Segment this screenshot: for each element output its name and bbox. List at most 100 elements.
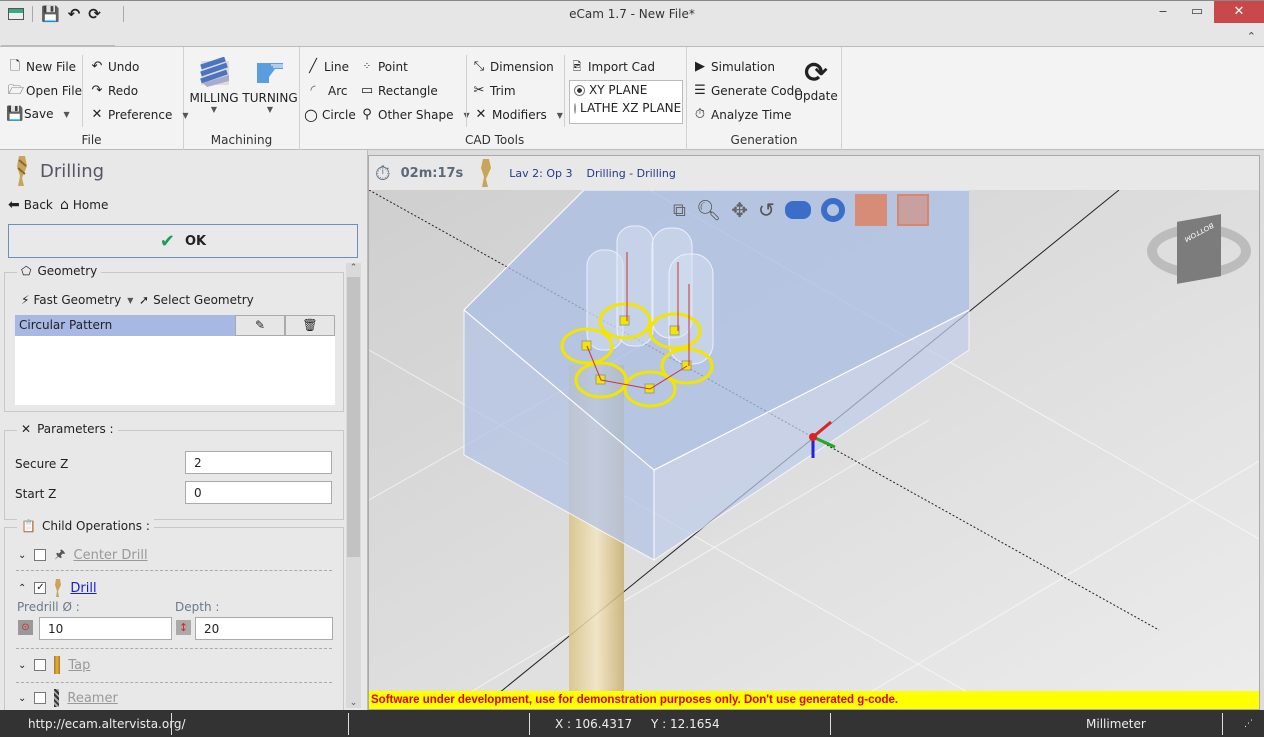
preference-button[interactable]: ✕ Preference ▼ — [90, 107, 189, 123]
chevron-up-icon[interactable]: ⌃ — [18, 583, 26, 594]
operation-panel: Drilling ⬅ Back ⌂ Home ✔ OK ⬠ Geometry ⚡ Fas… — [0, 150, 368, 717]
other-shape-button[interactable]: ⚲Other Shape▼ — [360, 108, 469, 123]
section-view-icon[interactable] — [854, 194, 887, 226]
separator — [348, 713, 349, 735]
rotate-icon[interactable]: ↺ — [758, 198, 775, 222]
undo-icon: ↶ — [91, 59, 103, 74]
new-file-button[interactable]: 🗋 New File — [8, 60, 76, 75]
list-item[interactable]: Circular Pattern ✎ 🗑 — [15, 315, 335, 336]
arc-button[interactable]: ◜ Arc — [306, 84, 347, 99]
close-button[interactable]: ✕ — [1214, 1, 1264, 23]
analyze-time-button[interactable]: ⏱ Analyze Time — [693, 108, 792, 123]
lightning-icon: ⚡ — [21, 293, 30, 307]
rectangle-icon: ▭ — [360, 83, 374, 98]
reamer-checkbox[interactable] — [34, 692, 47, 704]
predrill-input[interactable] — [39, 617, 172, 640]
tools-icon: ✕ — [91, 107, 103, 122]
update-button[interactable]: ⟳ Update — [793, 57, 839, 104]
circle-button[interactable]: ○ Circle — [304, 105, 356, 124]
scroll-up-icon[interactable]: ⌃ — [346, 263, 361, 277]
geometry-section: ⬠ Geometry ⚡ Fast Geometry ▼ ➚ Select Geomet… — [4, 264, 344, 412]
minimize-button[interactable]: ‒ — [1146, 1, 1180, 23]
chevron-down-icon[interactable]: ⌄ — [18, 550, 26, 561]
save-button[interactable]: 💾 Save ▼ — [6, 107, 70, 121]
child-op-reamer: ⌄ Reamer — [18, 687, 332, 709]
3d-viewport[interactable]: ⏱ 02m:17s Lav 2: Op 3 Drilling - Drillin… — [368, 155, 1260, 710]
center-drill-checkbox[interactable] — [34, 549, 47, 561]
reamer-icon — [54, 689, 60, 707]
zoom-icon[interactable]: 🔍︎ — [696, 198, 721, 222]
simulation-button[interactable]: ▶ Simulation — [693, 60, 775, 75]
separator — [830, 713, 831, 735]
generation-group: ▶ Simulation ☰ Generate Code ⏱ Analyze Time… — [687, 47, 842, 150]
save-icon: 💾 — [6, 106, 24, 122]
home-button[interactable]: ⌂ Home — [60, 197, 108, 213]
modifiers-button[interactable]: ✕ Modifiers ▼ — [474, 108, 563, 123]
turning-button[interactable]: TURNING ▼ — [242, 57, 298, 114]
resize-grip-icon[interactable]: ⋰ — [1244, 714, 1253, 734]
drill-bit-icon — [55, 579, 62, 597]
scroll-down-icon[interactable]: ⌄ — [346, 698, 361, 708]
collapse-ribbon-icon[interactable]: ⌃ — [1247, 30, 1256, 43]
secure-z-input[interactable] — [185, 451, 332, 474]
point-button[interactable]: ⁘ Point — [360, 60, 408, 74]
lathe-xz-plane-radio[interactable]: LATHE XZ PLANE — [574, 101, 681, 115]
transparency-icon[interactable] — [896, 194, 929, 226]
center-drill-icon: 🖈 — [54, 546, 66, 561]
select-geometry-button[interactable]: ➚ Select Geometry — [139, 293, 254, 307]
dropdown-arrow-icon: ▼ — [210, 105, 218, 114]
drill-checkbox[interactable]: ✓ — [34, 582, 47, 594]
top-view-icon[interactable] — [820, 198, 845, 222]
chevron-down-icon[interactable]: ⌄ — [18, 660, 26, 671]
tap-link[interactable]: Tap — [68, 658, 90, 673]
edit-button[interactable]: ✎ — [235, 315, 285, 336]
drill-link[interactable]: Drill — [70, 581, 96, 596]
rectangle-button[interactable]: ▭ Rectangle — [360, 83, 438, 99]
view-cube[interactable]: BOTTOM — [1147, 214, 1251, 286]
dropdown-arrow-icon: ▼ — [63, 109, 70, 119]
ok-button[interactable]: ✔ OK — [8, 224, 358, 258]
divider — [16, 570, 332, 571]
milling-button[interactable]: MILLING ▼ — [188, 57, 240, 114]
solid-view-icon[interactable] — [784, 201, 811, 219]
website-link[interactable]: http://ecam.altervista.org/ — [28, 714, 186, 734]
zoom-window-icon[interactable]: ⧉ — [673, 200, 686, 221]
chevron-down-icon[interactable]: ⌄ — [18, 693, 26, 704]
circle-icon: ○ — [304, 105, 318, 124]
generation-group-label: Generation — [730, 133, 798, 147]
fast-geometry-button[interactable]: ⚡ Fast Geometry ▼ — [21, 293, 133, 307]
reamer-link[interactable]: Reamer — [67, 691, 117, 706]
redo-button[interactable]: ↷ Redo — [90, 84, 139, 99]
back-button[interactable]: ⬅ Back — [8, 197, 53, 213]
maximize-icon: ▭ — [1190, 4, 1204, 19]
y-coordinate: Y : 12.1654 — [651, 717, 720, 731]
generate-code-button[interactable]: ☰ Generate Code — [693, 83, 801, 99]
separator — [564, 55, 565, 127]
file-group: 🗋 New File 🗁 Open File 💾 Save ▼ ↶ Undo ↷ Redo … — [0, 47, 188, 150]
turning-icon — [257, 63, 283, 83]
open-file-button[interactable]: 🗁 Open File — [8, 84, 82, 99]
line-button[interactable]: ╱ Line — [306, 60, 349, 75]
child-op-tap: ⌄ Tap — [18, 654, 332, 676]
xy-plane-radio[interactable]: XY PLANE — [574, 83, 678, 97]
divider — [16, 682, 332, 683]
tap-checkbox[interactable] — [34, 659, 47, 671]
trim-button[interactable]: ✂ Trim — [472, 84, 516, 99]
scene[interactable] — [369, 190, 1260, 693]
start-z-input[interactable] — [185, 481, 332, 504]
status-bar: http://ecam.altervista.org/ X : 106.4317… — [0, 710, 1264, 737]
dimension-button[interactable]: ⤡ Dimension — [472, 60, 554, 75]
pan-icon[interactable]: ✥ — [731, 198, 748, 222]
document-icon: ☰ — [694, 83, 706, 98]
scrollbar-thumb[interactable] — [347, 277, 360, 557]
units-label: Millimeter — [1086, 717, 1146, 731]
depth-input[interactable] — [195, 617, 333, 640]
delete-button[interactable]: 🗑 — [285, 315, 335, 336]
center-drill-link[interactable]: Center Drill — [74, 548, 148, 563]
undo-button[interactable]: ↶ Undo — [90, 59, 140, 75]
cad-tools-group-label: CAD Tools — [465, 133, 525, 147]
panel-scrollbar[interactable]: ⌃ ⌄ — [346, 263, 361, 708]
maximize-button[interactable]: ▭ — [1180, 1, 1214, 23]
import-cad-button[interactable]: 🖻 Import Cad — [570, 60, 655, 74]
cube: BOTTOM — [1177, 214, 1221, 284]
